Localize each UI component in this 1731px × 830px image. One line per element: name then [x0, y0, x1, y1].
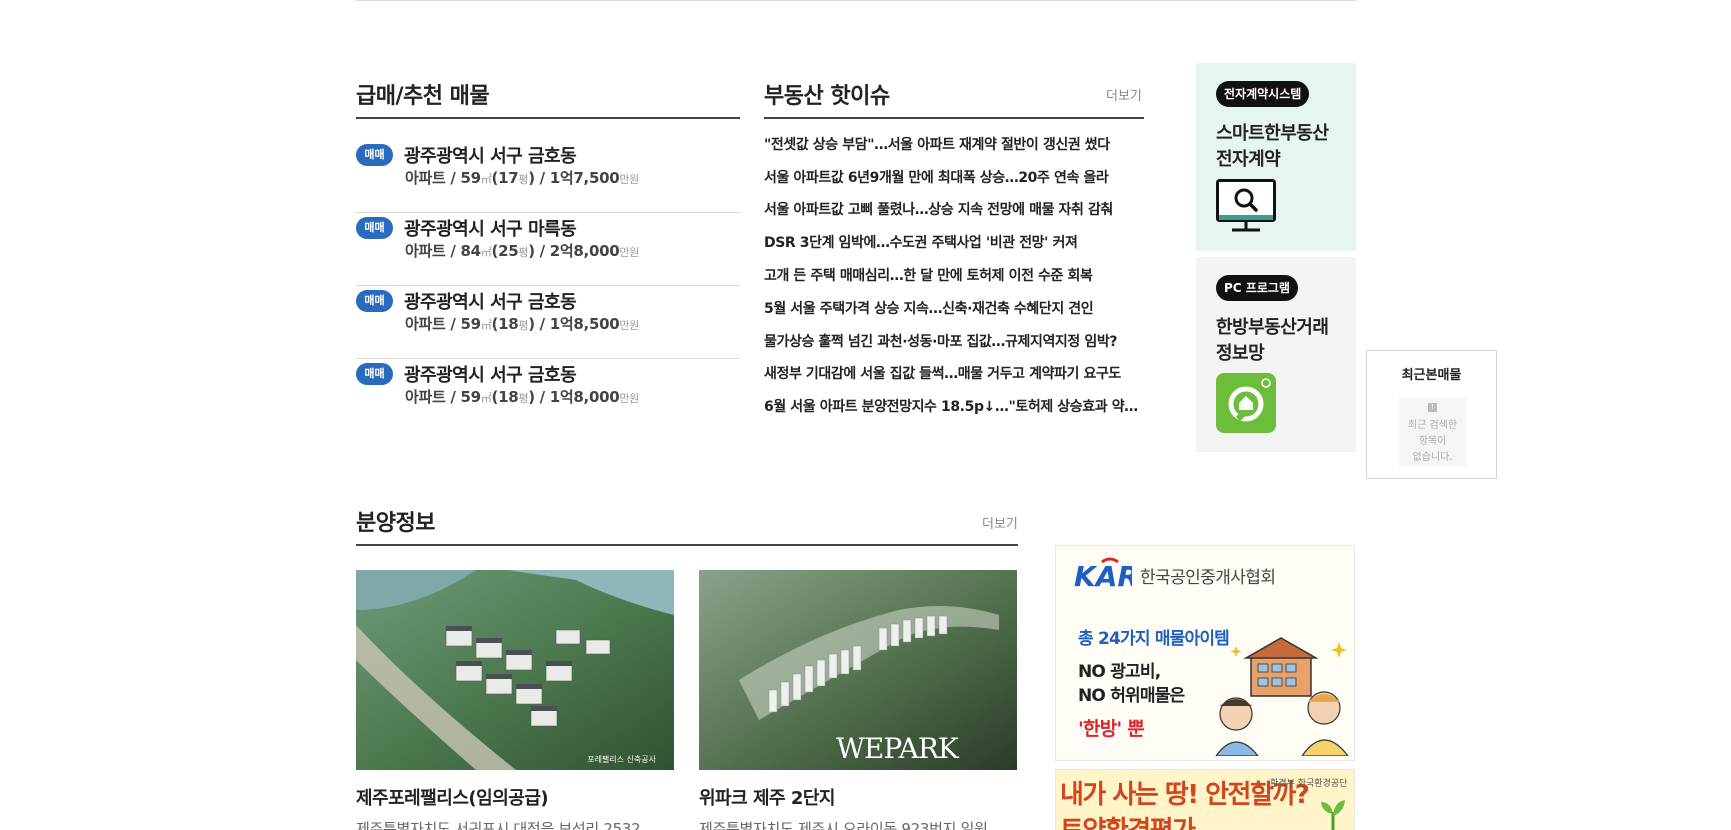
bunyang-more-link[interactable]: 더보기 — [982, 513, 1018, 532]
recent-empty-message: 최근 검색한 항목이 없습니다. — [1407, 420, 1458, 463]
deal-type-badge: 매매 — [356, 363, 393, 385]
svg-text:포레팰리스 신축공사: 포레팰리스 신축공사 — [587, 754, 656, 764]
kar-banner-ad[interactable]: KAR 한국공인중개사협회 총 24가지 매물아이템 NO 광고비, NO 허위… — [1055, 545, 1355, 761]
svg-text:KAR: KAR — [1074, 560, 1132, 593]
deal-type-badge: 매매 — [356, 144, 393, 166]
listing-address[interactable]: 광주광역시 서구 마륵동 — [404, 215, 577, 241]
deal-type-badge: 매매 — [356, 290, 393, 312]
soil-sub: 토양환경평가 — [1060, 810, 1196, 830]
listings-title: 급매/추천 매물 — [356, 84, 490, 109]
news-item[interactable]: DSR 3단계 임박에…수도권 주택사업 '비관 전망' 커져 — [764, 232, 1144, 252]
kar-line4: '한방' 뿐 — [1078, 718, 1145, 740]
listing-item[interactable]: 매매 광주광역시 서구 금호동 아파트 / 59㎡(18평) / 1억8,000… — [356, 359, 740, 432]
news-item[interactable]: 6월 서울 아파트 분양전망지수 18.5p↓…"토허제 상승효과 약… — [764, 396, 1144, 416]
kar-logo: KAR — [1072, 554, 1139, 594]
listing-item[interactable]: 매매 광주광역시 서구 마륵동 아파트 / 84㎡(25평) / 2억8,000… — [356, 213, 740, 286]
news-item[interactable]: 고개 든 주택 매매심리…한 달 만에 토허제 이전 수준 회복 — [764, 265, 1144, 285]
pcprogram-pill: PC 프로그램 — [1216, 275, 1298, 301]
listing-address[interactable]: 광주광역시 서구 금호동 — [404, 288, 577, 314]
news-item[interactable]: 서울 아파트값 6년9개월 만에 최대폭 상승…20주 연속 올라 — [764, 167, 1144, 187]
listing-spec: 아파트 / 59㎡(17평) / 1억7,500만원 — [405, 169, 639, 187]
top-divider — [356, 0, 1356, 1]
bunyang-title: 분양정보 — [356, 511, 435, 536]
kar-org-name: 한국공인중개사협회 — [1140, 568, 1276, 588]
listing-item[interactable]: 매매 광주광역시 서구 금호동 아파트 / 59㎡(17평) / 1억7,500… — [356, 140, 740, 213]
news-more-link[interactable]: 더보기 — [1106, 85, 1142, 104]
info-icon: ! — [1428, 403, 1437, 412]
news-title-underline — [764, 117, 1144, 119]
ministry-label: 환경부 — [1270, 779, 1295, 789]
deal-type-badge: 매매 — [356, 217, 393, 239]
listing-address[interactable]: 광주광역시 서구 금호동 — [404, 361, 577, 387]
bunyang-title-underline — [356, 544, 1018, 546]
hanbang-app-icon — [1216, 373, 1276, 433]
svg-text:WEPARK: WEPARK — [836, 732, 960, 765]
sprout-icon — [1318, 794, 1348, 830]
bunyang-card-name[interactable]: 제주포레팰리스(임의공급) — [356, 784, 549, 810]
recent-viewed-panel: 최근본매물 ! 최근 검색한 항목이 없습니다. — [1366, 350, 1497, 479]
news-item[interactable]: 5월 서울 주택가격 상승 지속…신축·재건축 수혜단지 견인 — [764, 298, 1144, 318]
econtract-box[interactable]: 전자계약시스템 스마트한부동산 전자계약 — [1196, 63, 1356, 251]
listing-spec: 아파트 / 84㎡(25평) / 2억8,000만원 — [405, 242, 639, 260]
news-item[interactable]: 물가상승 훌쩍 넘긴 과천·성동·마포 집값…규제지역지정 임박? — [764, 331, 1144, 351]
listings-title-underline — [356, 117, 740, 119]
news-item[interactable]: 새정부 기대감에 서울 집값 들썩…매물 거두고 계약파기 요구도 — [764, 363, 1144, 383]
bunyang-card-address: 제주특별자치도 서귀포시 대정읍 보성리 2532 — [356, 820, 641, 830]
kar-illustration — [1206, 636, 1351, 757]
pcprogram-title: 한방부동산거래 정보망 — [1216, 317, 1329, 364]
recent-viewed-empty: ! 최근 검색한 항목이 없습니다. — [1399, 398, 1466, 466]
bunyang-card-image[interactable]: 포레팰리스 신축공사 — [356, 570, 674, 770]
listing-address[interactable]: 광주광역시 서구 금호동 — [404, 142, 577, 168]
bunyang-card-name[interactable]: 위파크 제주 2단지 — [699, 784, 835, 810]
recent-viewed-title: 최근본매물 — [1401, 368, 1462, 383]
monitor-search-icon — [1216, 179, 1276, 233]
listing-spec: 아파트 / 59㎡(18평) / 1억8,000만원 — [405, 388, 639, 406]
news-item[interactable]: 서울 아파트값 고삐 풀렸나…상승 지속 전망에 매물 자취 감춰 — [764, 199, 1144, 219]
listing-spec: 아파트 / 59㎡(18평) / 1억8,500만원 — [405, 315, 639, 333]
news-item[interactable]: "전셋값 상승 부담"…서울 아파트 재계약 절반이 갱신권 썼다 — [764, 134, 1144, 154]
pcprogram-box[interactable]: PC 프로그램 한방부동산거래 정보망 — [1196, 257, 1356, 452]
bunyang-card-address: 제주특별자치도 제주시 오라이동 923번지 일원 — [699, 820, 988, 830]
econtract-pill: 전자계약시스템 — [1216, 81, 1310, 107]
agency-label: 한국환경공단 — [1297, 779, 1348, 789]
soil-org-labels: 환경부 한국환경공단 — [1270, 776, 1347, 789]
news-title: 부동산 핫이슈 — [764, 84, 890, 109]
listing-item[interactable]: 매매 광주광역시 서구 금호동 아파트 / 59㎡(18평) / 1억8,500… — [356, 286, 740, 359]
kar-line2-3: NO 광고비, NO 허위매물은 — [1078, 662, 1185, 706]
soil-assessment-banner-ad[interactable]: 내가 사는 땅! 안전할까? 토양환경평가 환경부 한국환경공단 — [1055, 769, 1355, 830]
bunyang-card-image[interactable]: WEPARK — [699, 570, 1017, 770]
econtract-title: 스마트한부동산 전자계약 — [1216, 123, 1329, 170]
